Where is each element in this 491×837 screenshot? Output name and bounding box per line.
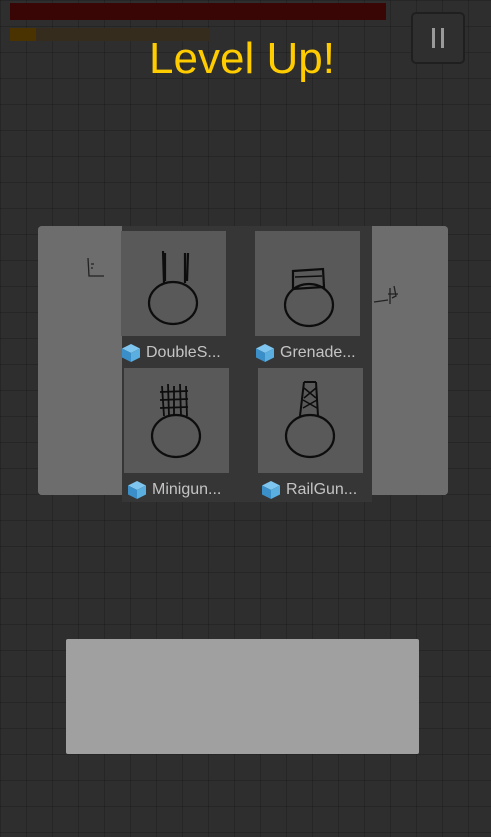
minigun-icon xyxy=(150,383,202,459)
sketch-doodle-right-icon xyxy=(373,285,398,304)
grenade-launcher-icon xyxy=(283,267,335,328)
double-barrel-icon xyxy=(147,250,199,326)
weapon-card-label: Minigun... xyxy=(127,478,221,502)
sketch-doodle-left-icon xyxy=(87,257,104,277)
health-bar xyxy=(10,3,386,20)
weapon-card-label: Grenade... xyxy=(255,341,356,365)
weapon-card-railgun[interactable] xyxy=(258,368,363,473)
asset-cube-icon xyxy=(128,481,146,499)
asset-cube-icon xyxy=(262,481,280,499)
asset-cube-icon xyxy=(122,344,140,362)
weapon-card-label: RailGun... xyxy=(261,478,357,502)
weapon-card-double-barrel[interactable] xyxy=(121,231,226,336)
railgun-icon xyxy=(284,381,336,459)
level-up-title: Level Up! xyxy=(149,34,335,83)
weapon-card-grenade[interactable] xyxy=(255,231,360,336)
asset-cube-icon xyxy=(256,344,274,362)
weapon-card-minigun[interactable] xyxy=(124,368,229,473)
weapon-card-label: DoubleS... xyxy=(121,341,221,365)
confirm-button[interactable] xyxy=(66,639,419,754)
upgrade-panel-right xyxy=(372,226,448,495)
upgrade-panel-left xyxy=(38,226,122,495)
